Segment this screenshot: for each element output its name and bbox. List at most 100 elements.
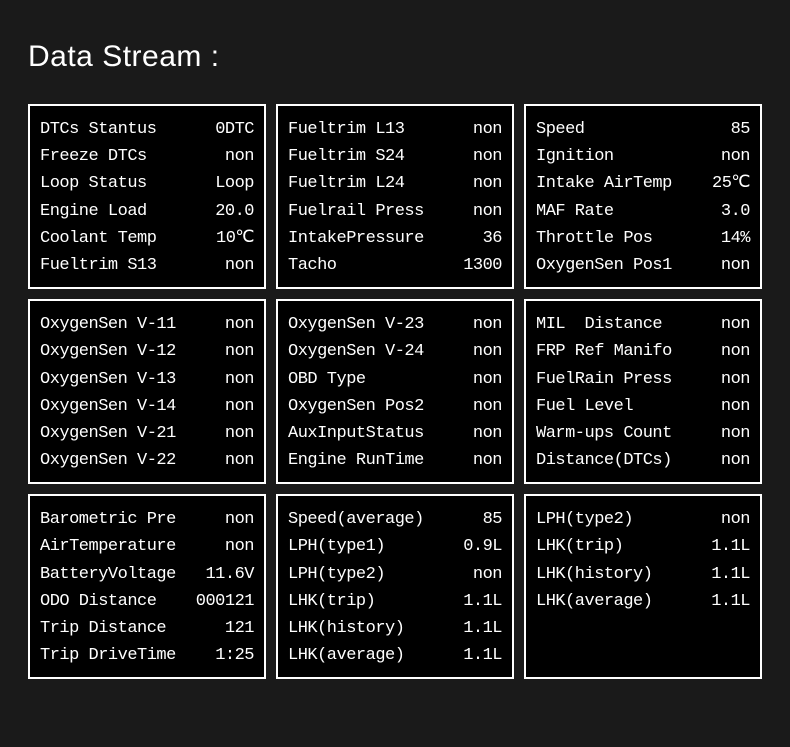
data-label: LHK(trip) [288,588,463,615]
data-value: 14% [721,225,750,252]
data-row: OxygenSen V-22non [40,447,254,474]
data-value: non [721,143,750,170]
data-panel: Speed85IgnitionnonIntake AirTemp25℃MAF R… [524,104,762,289]
data-row: LHK(average)1.1L [288,642,502,669]
data-label: OBD Type [288,366,473,393]
data-row: OxygenSen V-12non [40,338,254,365]
data-value: 10℃ [216,225,254,252]
data-value: non [225,338,254,365]
data-value: Loop [215,170,254,197]
data-label: Fueltrim S24 [288,143,473,170]
data-value: 1.1L [463,588,502,615]
data-label: LHK(average) [536,588,711,615]
data-label: Fuel Level [536,393,721,420]
data-row: LPH(type1)0.9L [288,533,502,560]
data-row: OxygenSen V-13non [40,366,254,393]
data-row: Loop StatusLoop [40,170,254,197]
data-label: OxygenSen V-21 [40,420,225,447]
data-value: non [225,311,254,338]
data-row: OxygenSen Pos2non [288,393,502,420]
data-label: Distance(DTCs) [536,447,721,474]
data-label: LHK(history) [288,615,463,642]
data-value: non [721,311,750,338]
data-value: 121 [225,615,254,642]
data-row: Throttle Pos14% [536,225,750,252]
data-row: Warm-ups Countnon [536,420,750,447]
data-panel: DTCs Stantus0DTCFreeze DTCsnonLoop Statu… [28,104,266,289]
data-row: Fueltrim L13non [288,116,502,143]
data-label: Trip Distance [40,615,225,642]
data-value: 1300 [463,252,502,279]
data-row: Intake AirTemp25℃ [536,170,750,197]
data-row: Tacho1300 [288,252,502,279]
data-label: Tacho [288,252,463,279]
data-value: 20.0 [215,198,254,225]
data-value: 1:25 [215,642,254,669]
data-label: Coolant Temp [40,225,216,252]
data-row: LPH(type2)non [288,561,502,588]
data-label: OxygenSen Pos2 [288,393,473,420]
data-row: LHK(history)1.1L [536,561,750,588]
data-row: FuelRain Pressnon [536,366,750,393]
data-label: Fuelrail Press [288,198,473,225]
data-row: Fueltrim S13non [40,252,254,279]
data-row: MAF Rate3.0 [536,198,750,225]
data-row: FRP Ref Manifonon [536,338,750,365]
data-value: non [473,447,502,474]
data-row: Engine Load20.0 [40,198,254,225]
data-row: OBD Typenon [288,366,502,393]
data-value: non [721,338,750,365]
data-label: Engine RunTime [288,447,473,474]
data-row: Coolant Temp10℃ [40,225,254,252]
data-stream-screen: Data Stream : DTCs Stantus0DTCFreeze DTC… [0,0,790,707]
data-value: non [473,561,502,588]
data-row: LPH(type2)non [536,506,750,533]
data-row: Speed(average)85 [288,506,502,533]
data-label: LHK(trip) [536,533,711,560]
data-value: non [721,447,750,474]
data-value: 1.1L [711,588,750,615]
data-label: Loop Status [40,170,215,197]
data-value: 25℃ [712,170,750,197]
data-row: Fueltrim S24non [288,143,502,170]
data-row: MIL Distancenon [536,311,750,338]
data-label: LHK(history) [536,561,711,588]
data-row: Engine RunTimenon [288,447,502,474]
data-value: non [225,420,254,447]
data-value: non [225,533,254,560]
data-label: OxygenSen V-13 [40,366,225,393]
data-value: 85 [483,506,502,533]
data-row: ODO Distance000121 [40,588,254,615]
data-row: Distance(DTCs)non [536,447,750,474]
data-row: Freeze DTCsnon [40,143,254,170]
data-label: Barometric Pre [40,506,225,533]
data-label: Intake AirTemp [536,170,712,197]
data-row: OxygenSen Pos1non [536,252,750,279]
data-label: Throttle Pos [536,225,721,252]
data-value: 36 [483,225,502,252]
data-label: MAF Rate [536,198,721,225]
data-row: Ignitionnon [536,143,750,170]
data-row: AuxInputStatusnon [288,420,502,447]
data-label: LPH(type1) [288,533,463,560]
data-row: LHK(trip)1.1L [288,588,502,615]
data-value: non [721,366,750,393]
data-panel: LPH(type2)nonLHK(trip) 1.1LLHK(history)1.… [524,494,762,679]
data-label: Ignition [536,143,721,170]
data-value: 0.9L [463,533,502,560]
data-panel: Speed(average)85LPH(type1)0.9LLPH(type2)… [276,494,514,679]
data-row: Speed85 [536,116,750,143]
data-label: BatteryVoltage [40,561,205,588]
data-label: ODO Distance [40,588,196,615]
data-value: non [225,506,254,533]
data-row: IntakePressure36 [288,225,502,252]
data-label: OxygenSen V-23 [288,311,473,338]
panel-grid: DTCs Stantus0DTCFreeze DTCsnonLoop Statu… [28,104,762,679]
data-label: Speed [536,116,731,143]
data-value: 1.1L [463,615,502,642]
data-row: Fuelrail Pressnon [288,198,502,225]
data-label: AirTemperature [40,533,225,560]
data-label: OxygenSen V-22 [40,447,225,474]
data-value: 0DTC [215,116,254,143]
data-label: Fueltrim L13 [288,116,473,143]
